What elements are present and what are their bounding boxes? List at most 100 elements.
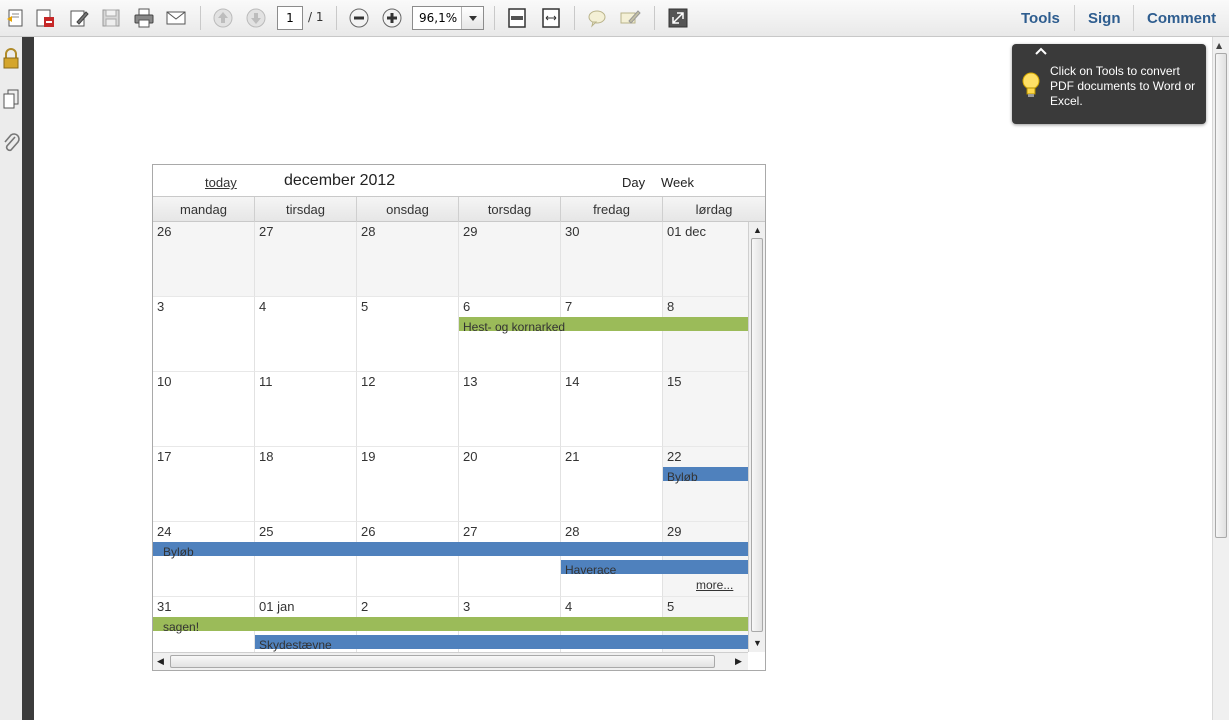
- fit-page-icon[interactable]: [504, 5, 530, 31]
- attachment-icon[interactable]: [0, 131, 22, 155]
- day-cell[interactable]: 21: [561, 447, 663, 522]
- scrollbar-thumb[interactable]: [170, 655, 715, 668]
- day-cell[interactable]: 20: [459, 447, 561, 522]
- create-pdf-icon[interactable]: [2, 5, 28, 31]
- calendar-event[interactable]: sagen!: [153, 617, 748, 634]
- comment-link[interactable]: Comment: [1147, 10, 1216, 27]
- day-number: 30: [565, 224, 580, 239]
- day-number: 31: [157, 599, 172, 614]
- scroll-up-icon[interactable]: ▲: [1216, 41, 1222, 50]
- toolbar-separator: [654, 6, 655, 30]
- toolbar-separator: [336, 6, 337, 30]
- day-cell[interactable]: 3: [153, 297, 255, 372]
- day-number: 19: [361, 449, 376, 464]
- day-number: 11: [259, 374, 273, 389]
- zoom-value: 96,1%: [419, 11, 458, 25]
- day-cell[interactable]: 26: [153, 222, 255, 297]
- day-cell[interactable]: 18: [255, 447, 357, 522]
- page-number-input[interactable]: [277, 6, 303, 30]
- day-cell[interactable]: 25: [255, 522, 357, 597]
- day-cell[interactable]: 8: [663, 297, 748, 372]
- day-number: 20: [463, 449, 478, 464]
- day-number: 3: [463, 599, 471, 614]
- lock-icon[interactable]: [0, 47, 22, 71]
- fit-width-icon[interactable]: [538, 5, 564, 31]
- toolbar-separator: [574, 6, 575, 30]
- edit-document-icon[interactable]: [66, 5, 92, 31]
- day-number: 5: [667, 599, 675, 614]
- tooltip-text: Click on Tools to convert PDF documents …: [1050, 64, 1196, 108]
- day-cell[interactable]: 19: [357, 447, 459, 522]
- print-icon[interactable]: [131, 5, 157, 31]
- calendar-vertical-scrollbar[interactable]: ▲ ▼: [748, 222, 765, 652]
- scrollbar-thumb[interactable]: [1215, 53, 1227, 538]
- highlight-icon[interactable]: [617, 5, 643, 31]
- full-screen-icon[interactable]: [665, 5, 691, 31]
- day-cell[interactable]: 22: [663, 447, 748, 522]
- comment-bubble-icon[interactable]: [584, 5, 610, 31]
- day-cell[interactable]: 24: [153, 522, 255, 597]
- day-number: 4: [259, 299, 267, 314]
- calendar-event[interactable]: Byløb: [153, 542, 748, 559]
- day-cell[interactable]: 14: [561, 372, 663, 447]
- day-cell[interactable]: 15: [663, 372, 748, 447]
- day-cell[interactable]: 27: [255, 222, 357, 297]
- day-number: 13: [463, 374, 478, 389]
- day-number: 01 dec: [667, 224, 707, 239]
- day-cell[interactable]: 30: [561, 222, 663, 297]
- scroll-right-icon[interactable]: ▶: [735, 656, 742, 667]
- day-cell[interactable]: 28: [357, 222, 459, 297]
- day-cell[interactable]: 29: [459, 222, 561, 297]
- zoom-select[interactable]: 96,1%: [412, 6, 484, 30]
- toolbar-separator: [1133, 5, 1134, 31]
- sign-link[interactable]: Sign: [1088, 10, 1121, 27]
- next-page-icon[interactable]: [243, 5, 269, 31]
- weekday-header: mandag tirsdag onsdag torsdag fredag lør…: [153, 197, 765, 222]
- toolbar: / 1 96,1% Tools: [0, 0, 1229, 37]
- pages-icon[interactable]: [0, 87, 22, 111]
- day-number: 10: [157, 374, 172, 389]
- zoom-out-icon[interactable]: [346, 5, 372, 31]
- day-cell[interactable]: 26: [357, 522, 459, 597]
- scroll-left-icon[interactable]: ◀: [157, 656, 164, 667]
- calendar-event[interactable]: Haverace: [561, 560, 748, 577]
- zoom-in-icon[interactable]: [379, 5, 405, 31]
- save-icon[interactable]: [98, 5, 124, 31]
- day-cell[interactable]: 12: [357, 372, 459, 447]
- day-cell[interactable]: 01 dec: [663, 222, 748, 297]
- day-cell[interactable]: 7: [561, 297, 663, 372]
- day-cell[interactable]: 27: [459, 522, 561, 597]
- day-cell[interactable]: 13: [459, 372, 561, 447]
- day-cell[interactable]: 17: [153, 447, 255, 522]
- document-vertical-scrollbar[interactable]: ▲: [1212, 37, 1229, 720]
- day-cell[interactable]: 6: [459, 297, 561, 372]
- day-cell[interactable]: 10: [153, 372, 255, 447]
- day-number: 5: [361, 299, 369, 314]
- day-number: 29: [463, 224, 478, 239]
- weekday-name: lørdag: [695, 202, 733, 217]
- chevron-up-icon[interactable]: [1035, 45, 1047, 58]
- day-cell[interactable]: 4: [255, 297, 357, 372]
- scroll-up-icon[interactable]: ▲: [753, 225, 762, 235]
- chevron-down-icon[interactable]: [461, 7, 483, 29]
- calendar-horizontal-scrollbar[interactable]: ◀ ▶: [153, 652, 748, 670]
- previous-page-icon[interactable]: [210, 5, 236, 31]
- day-view-button[interactable]: Day: [622, 175, 645, 190]
- week-view-button[interactable]: Week: [661, 175, 694, 190]
- calendar-event[interactable]: Hest- og kornarked: [459, 317, 748, 334]
- day-number: 6: [463, 299, 471, 314]
- email-icon[interactable]: [163, 5, 189, 31]
- lightbulb-icon: [1020, 70, 1042, 100]
- today-link[interactable]: today: [205, 175, 237, 190]
- calendar-event[interactable]: Byløb: [663, 467, 748, 484]
- calendar-event[interactable]: Skydestævne: [255, 635, 748, 652]
- convert-pdf-icon[interactable]: [32, 5, 58, 31]
- day-cell[interactable]: 11: [255, 372, 357, 447]
- more-events-link[interactable]: more...: [696, 578, 733, 592]
- day-number: 12: [361, 374, 376, 389]
- scrollbar-thumb[interactable]: [751, 238, 763, 632]
- tools-link[interactable]: Tools: [1021, 10, 1060, 27]
- day-cell[interactable]: 5: [357, 297, 459, 372]
- scroll-down-icon[interactable]: ▼: [753, 638, 762, 648]
- event-title: Skydestævne: [259, 638, 332, 652]
